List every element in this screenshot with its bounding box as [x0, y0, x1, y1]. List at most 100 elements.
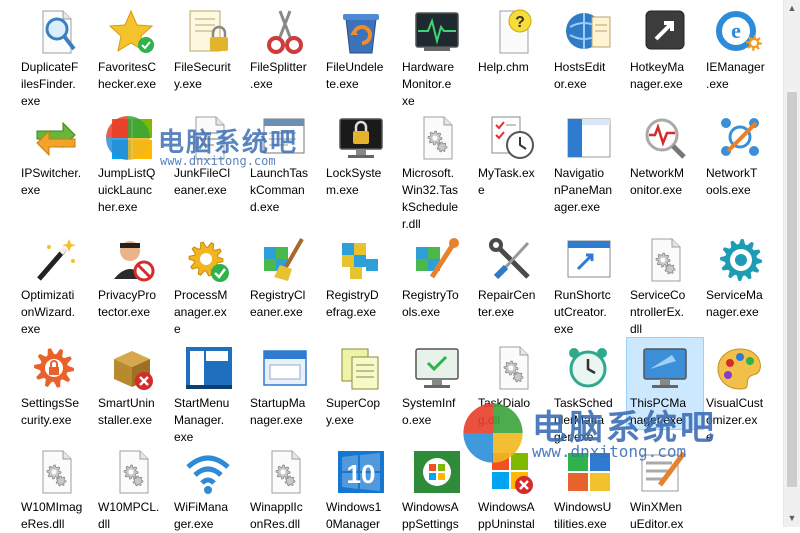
- file-item[interactable]: TaskSched ulerMana ger.exe: [551, 338, 627, 446]
- file-item[interactable]: RegistryCl eaner.exe: [247, 230, 323, 321]
- svg-text:?: ?: [515, 14, 525, 31]
- file-item[interactable]: MyTask.ex e: [475, 108, 551, 199]
- file-item-label: ThisPCMa nager.exe: [630, 396, 687, 427]
- network-magnifier-icon: [636, 111, 694, 165]
- file-item[interactable]: Optimizati onWizard. exe: [18, 230, 94, 338]
- file-item[interactable]: RegistryD efrag.exe: [323, 230, 399, 321]
- magnifier-doc-icon: [27, 5, 85, 59]
- vertical-scrollbar[interactable]: ▲ ▼: [783, 0, 800, 527]
- scroll-down-arrow-icon[interactable]: ▼: [784, 510, 800, 527]
- privacy-person-icon: [104, 233, 162, 287]
- file-item[interactable]: WinapplIc onRes.dll: [247, 442, 323, 533]
- file-item[interactable]: SuperCop y.exe: [323, 338, 399, 429]
- file-item-label: LaunchTas kComman d.exe: [250, 166, 309, 214]
- uninstall-box-icon: [104, 341, 162, 395]
- file-item[interactable]: IPSwitcher. exe: [18, 108, 94, 199]
- start-menu-icon: [180, 341, 238, 395]
- file-item-label: SettingsSe curity.exe: [21, 396, 80, 427]
- scroll-up-arrow-icon[interactable]: ▲: [784, 0, 800, 17]
- windows-utilities-icon: [560, 445, 618, 499]
- file-item[interactable]: ProcessM anager.ex e: [171, 230, 247, 338]
- star-check-icon: [104, 5, 162, 59]
- file-item[interactable]: W10MImag eRes.dll: [18, 442, 94, 533]
- file-item[interactable]: Hardware Monitor.e xe: [399, 2, 475, 110]
- file-item-label: WinapplIc onRes.dll: [250, 500, 303, 531]
- file-item[interactable]: DuplicateF ilesFinder. exe: [18, 2, 94, 110]
- file-item[interactable]: NetworkM onitor.exe: [627, 108, 703, 199]
- file-item[interactable]: FileUndele te.exe: [323, 2, 399, 93]
- file-item-label: Hardware Monitor.e xe: [402, 60, 455, 108]
- file-item[interactable]: PrivacyPro tector.exe: [95, 230, 171, 321]
- registry-wrench-icon: [408, 233, 466, 287]
- file-item[interactable]: LaunchTas kComman d.exe: [247, 108, 323, 216]
- file-item[interactable]: WindowsU tilities.exe: [551, 442, 627, 533]
- network-tools-icon: [712, 111, 770, 165]
- file-item[interactable]: JunkFileCl eaner.exe: [171, 108, 247, 199]
- file-item-label: RepairCen ter.exe: [478, 288, 536, 319]
- file-item-label: LockSyste m.exe: [326, 166, 382, 197]
- lock-monitor-icon: [332, 111, 390, 165]
- file-item[interactable]: W10MPCL. dll: [95, 442, 171, 533]
- svg-text:10: 10: [347, 459, 376, 489]
- svg-text:e: e: [731, 18, 741, 43]
- file-item[interactable]: SystemInf o.exe: [399, 338, 475, 429]
- junk-file-icon: [180, 111, 238, 165]
- file-item[interactable]: StartMenu Manager. exe: [171, 338, 247, 446]
- file-item[interactable]: WindowsA ppUninstal: [475, 442, 551, 533]
- file-item[interactable]: FileSecurit y.exe: [171, 2, 247, 93]
- file-item[interactable]: HostsEdit or.exe: [551, 2, 627, 93]
- file-item[interactable]: FileSplitter .exe: [247, 2, 323, 93]
- file-item[interactable]: LockSyste m.exe: [323, 108, 399, 199]
- file-item-label: RegistryD efrag.exe: [326, 288, 379, 319]
- file-item-label: WindowsU tilities.exe: [554, 500, 612, 531]
- task-command-icon: [256, 111, 314, 165]
- file-item[interactable]: WindowsA ppSettings: [399, 442, 475, 533]
- file-item[interactable]: FavoritesC hecker.exe: [95, 2, 171, 93]
- scissors-icon: [256, 5, 314, 59]
- file-item-label: TaskSched ulerMana ger.exe: [554, 396, 613, 444]
- file-item-label: StartupMa nager.exe: [250, 396, 306, 427]
- file-item[interactable]: ServiceMa nager.exe: [703, 230, 779, 321]
- file-item[interactable]: NetworkT ools.exe: [703, 108, 779, 199]
- dll-gear-icon: [484, 341, 542, 395]
- file-item[interactable]: SmartUnin staller.exe: [95, 338, 171, 429]
- file-item[interactable]: SettingsSe curity.exe: [18, 338, 94, 429]
- file-item-label: SmartUnin staller.exe: [98, 396, 155, 427]
- file-item-label: TaskDialo g.dll: [478, 396, 531, 427]
- scroll-thumb[interactable]: [787, 92, 797, 487]
- dll-gear-icon: [27, 445, 85, 499]
- file-item-label: ServiceMa nager.exe: [706, 288, 763, 319]
- file-item[interactable]: RepairCen ter.exe: [475, 230, 551, 321]
- file-item-label: VisualCust omizer.ex e: [706, 396, 764, 444]
- file-item[interactable]: ServiceCo ntrollerEx. dll: [627, 230, 703, 338]
- file-item-label: JumpListQ uickLaunc her.exe: [98, 166, 156, 214]
- file-item[interactable]: Navigatio nPaneMan ager.exe: [551, 108, 627, 216]
- file-item[interactable]: WiFiMana ger.exe: [171, 442, 247, 533]
- heartbeat-monitor-icon: [408, 5, 466, 59]
- file-item[interactable]: 10 Windows1 0Manager: [323, 442, 399, 533]
- file-item-label: Navigatio nPaneMan ager.exe: [554, 166, 613, 214]
- windows10-icon: 10: [332, 445, 390, 499]
- file-item[interactable]: Microsoft. Win32.Tas kSchedule r.dll: [399, 108, 475, 233]
- file-item-label: IEManager .exe: [706, 60, 765, 91]
- file-item[interactable]: ThisPCMa nager.exe: [626, 337, 704, 430]
- shortcut-window-icon: [560, 233, 618, 287]
- file-item[interactable]: TaskDialo g.dll: [475, 338, 551, 429]
- file-item[interactable]: RunShortc utCreator. exe: [551, 230, 627, 338]
- file-item[interactable]: JumpListQ uickLaunc her.exe: [95, 108, 171, 216]
- file-item-label: MyTask.ex e: [478, 166, 535, 197]
- file-item[interactable]: StartupMa nager.exe: [247, 338, 323, 429]
- file-item-label: W10MPCL. dll: [98, 500, 160, 531]
- file-item[interactable]: e IEManager .exe: [703, 2, 779, 93]
- file-item-label: Help.chm: [478, 60, 529, 74]
- file-item-label: SuperCop y.exe: [326, 396, 381, 427]
- file-item[interactable]: HotkeyMa nager.exe: [627, 2, 703, 93]
- file-icon-grid: DuplicateF ilesFinder. exe FavoritesC hecker…: [0, 0, 783, 531]
- monitor-check-icon: [408, 341, 466, 395]
- file-item[interactable]: RegistryTo ols.exe: [399, 230, 475, 321]
- file-item[interactable]: VisualCust omizer.ex e: [703, 338, 779, 446]
- file-item-label: WiFiMana ger.exe: [174, 500, 229, 531]
- file-item[interactable]: ? Help.chm: [475, 2, 551, 76]
- file-item-label: IPSwitcher. exe: [21, 166, 82, 197]
- file-item[interactable]: WinXMen uEditor.ex: [627, 442, 703, 533]
